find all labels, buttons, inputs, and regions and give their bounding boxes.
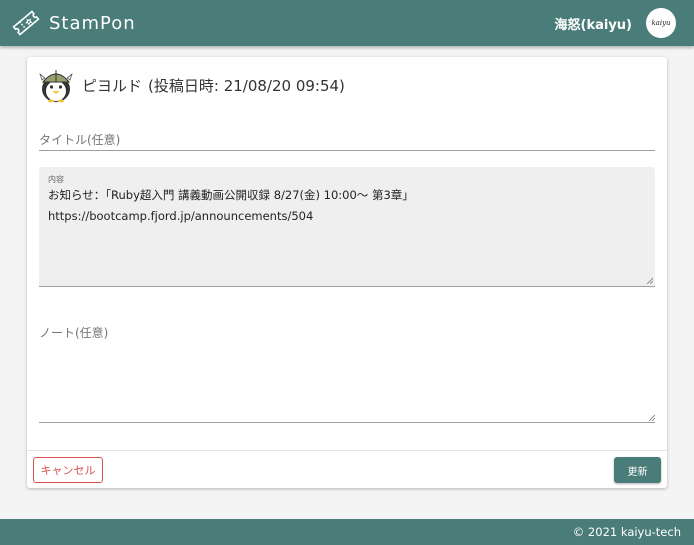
ticket-icon[interactable] <box>11 8 41 38</box>
edit-post-card: ピヨルド (投稿日時: 21/08/20 09:54) 内容 お知らせ：「Rub… <box>27 57 667 488</box>
avatar-signature: kaiyu <box>651 19 671 27</box>
content-textarea[interactable]: お知らせ：「Ruby超入門 講義動画公開収録 8/27(金) 10:00～ 第3… <box>48 185 646 281</box>
user-avatar[interactable]: kaiyu <box>646 8 676 38</box>
card-divider <box>27 450 667 451</box>
post-header: ピヨルド (投稿日時: 21/08/20 09:54) <box>39 67 345 103</box>
content-label: 内容 <box>48 175 64 184</box>
cancel-button[interactable]: キャンセル <box>33 457 103 483</box>
penguin-viking-icon <box>39 70 73 103</box>
post-timestamp: (投稿日時: 21/08/20 09:54) <box>148 76 345 95</box>
post-author[interactable]: ピヨルド <box>82 75 142 96</box>
resize-handle-icon[interactable] <box>646 277 653 284</box>
copyright-text: © 2021 kaiyu-tech <box>572 525 681 539</box>
app-footer: © 2021 kaiyu-tech <box>0 519 694 545</box>
content-field[interactable]: 内容 お知らせ：「Ruby超入門 講義動画公開収録 8/27(金) 10:00～… <box>39 167 655 287</box>
app-header: StamPon 海怒(kaiyu) kaiyu <box>0 0 694 46</box>
username[interactable]: 海怒(kaiyu) <box>555 14 633 33</box>
resize-handle-icon[interactable] <box>648 414 655 421</box>
title-input[interactable] <box>39 129 655 151</box>
brand-name[interactable]: StamPon <box>49 13 136 34</box>
note-textarea[interactable] <box>39 319 655 423</box>
update-button[interactable]: 更新 <box>614 457 661 483</box>
